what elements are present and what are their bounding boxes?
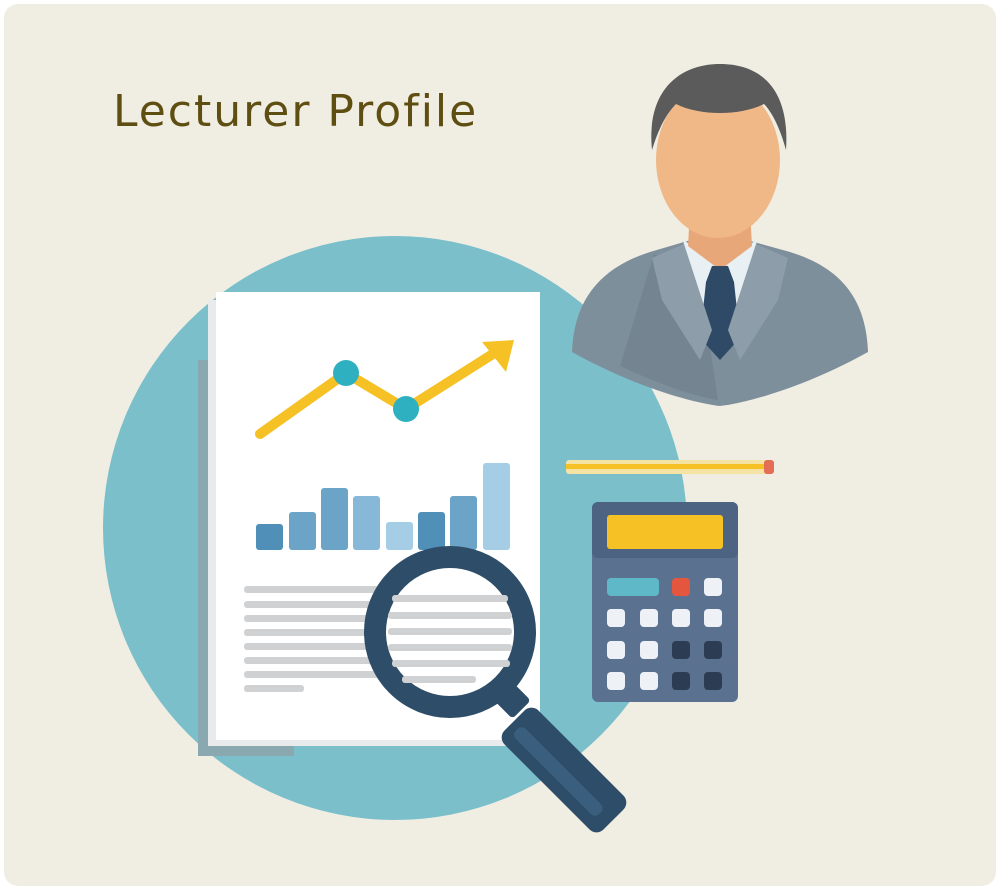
bar-8	[483, 463, 510, 550]
bar-4	[353, 496, 380, 550]
bar-1	[256, 524, 283, 550]
bar-6	[418, 512, 445, 550]
bar-7	[450, 496, 477, 550]
trend-point-1	[333, 360, 359, 386]
bar-5	[386, 522, 413, 550]
bar-2	[289, 512, 316, 550]
page-title: Lecturer Profile	[113, 86, 479, 137]
pencil-icon	[566, 460, 774, 474]
bar-3	[321, 488, 348, 550]
calculator-icon	[592, 502, 738, 702]
trend-point-2	[393, 396, 419, 422]
